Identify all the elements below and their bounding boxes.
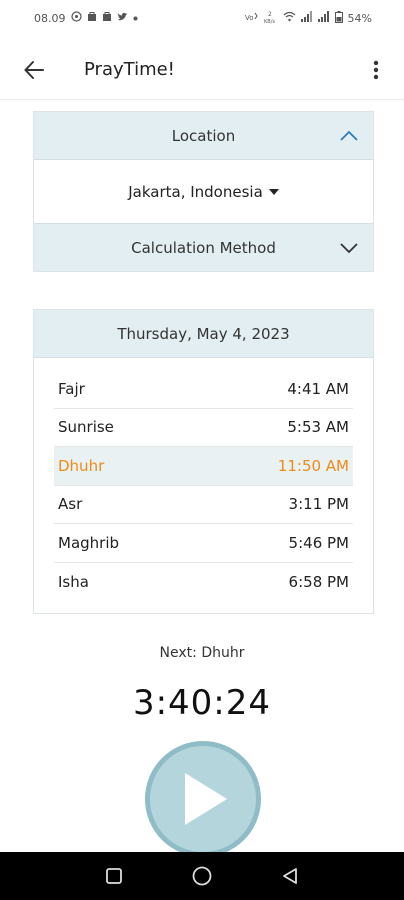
- prayer-row-maghrib: Maghrib 5:46 PM: [54, 524, 353, 563]
- wifi-icon: [283, 11, 296, 25]
- dot-icon: [133, 13, 138, 24]
- play-icon: [185, 773, 227, 825]
- whatsapp-icon: [70, 11, 82, 25]
- chevron-up-icon: [337, 124, 361, 148]
- status-right: Vo 2 KB/s 54%: [245, 10, 372, 27]
- bag-icon: [87, 11, 97, 25]
- signal-icon: [317, 11, 330, 25]
- svg-text:KB/s: KB/s: [264, 19, 275, 24]
- prayer-list: Fajr 4:41 AM Sunrise 5:53 AM Dhuhr 11:50…: [34, 358, 373, 601]
- prayer-name: Sunrise: [58, 418, 114, 437]
- prayer-time: 3:11 PM: [288, 495, 349, 514]
- arrow-left-icon: [24, 60, 44, 79]
- prayer-row-fajr: Fajr 4:41 AM: [54, 370, 353, 409]
- prayer-time: 5:53 AM: [287, 418, 349, 437]
- prayer-row-asr: Asr 3:11 PM: [54, 486, 353, 524]
- location-value: Jakarta, Indonesia: [128, 182, 263, 201]
- battery-icon: [334, 10, 343, 26]
- calculation-method-label: Calculation Method: [131, 238, 276, 257]
- twitter-icon: [117, 12, 128, 25]
- back-button[interactable]: [4, 40, 64, 100]
- dropdown-caret-icon: [268, 188, 279, 195]
- prayer-times-card: Thursday, May 4, 2023 Fajr 4:41 AM Sunri…: [33, 309, 374, 614]
- prayer-name: Maghrib: [58, 533, 120, 552]
- overflow-menu-button[interactable]: [356, 40, 396, 100]
- calculation-method-header[interactable]: Calculation Method: [34, 224, 373, 271]
- play-button[interactable]: [145, 741, 261, 857]
- status-left: 08.09: [34, 11, 138, 25]
- location-dropdown[interactable]: Jakarta, Indonesia: [34, 160, 373, 224]
- prayer-name: Isha: [58, 572, 89, 591]
- back-triangle-icon: [283, 868, 297, 884]
- prayer-name: Asr: [58, 495, 83, 514]
- location-header-label: Location: [171, 126, 236, 145]
- system-nav-bar: [0, 852, 404, 900]
- prayer-row-isha: Isha 6:58 PM: [54, 563, 353, 602]
- prayer-row-sunrise: Sunrise 5:53 AM: [54, 409, 353, 447]
- location-header[interactable]: Location: [34, 112, 373, 160]
- status-time: 08.09: [34, 11, 66, 25]
- system-back-button[interactable]: [270, 856, 310, 896]
- bag-icon: [102, 11, 112, 25]
- status-bar: 08.09 Vo 2 KB/s 54%: [0, 0, 404, 36]
- app-title: PrayTime!: [84, 59, 175, 80]
- prayer-time: 4:41 AM: [287, 379, 349, 398]
- app-bar: PrayTime!: [0, 40, 404, 100]
- prayer-name: Dhuhr: [58, 456, 105, 475]
- date-label: Thursday, May 4, 2023: [117, 324, 290, 343]
- countdown-timer: 3:40:24: [132, 683, 272, 723]
- battery-percent: 54%: [347, 11, 372, 25]
- recents-button[interactable]: [94, 856, 134, 896]
- next-prayer-label: Next: Dhuhr: [159, 645, 245, 661]
- prayer-row-dhuhr: Dhuhr 11:50 AM: [54, 447, 353, 486]
- more-vert-icon: [373, 60, 379, 79]
- volte-icon: Vo: [245, 11, 259, 25]
- prayer-time: 5:46 PM: [288, 533, 349, 552]
- location-card: Location Jakarta, Indonesia Calculation …: [33, 111, 374, 272]
- prayer-name: Fajr: [58, 379, 85, 398]
- date-header: Thursday, May 4, 2023: [34, 310, 373, 358]
- recents-square-icon: [106, 868, 122, 884]
- home-circle-icon: [192, 866, 212, 886]
- chevron-down-icon: [337, 236, 361, 260]
- prayer-time: 11:50 AM: [277, 456, 349, 475]
- svg-text:Vo: Vo: [245, 14, 254, 22]
- speed-text: 2: [268, 11, 272, 18]
- signal-icon: [300, 11, 313, 25]
- prayer-time: 6:58 PM: [288, 572, 349, 591]
- home-button[interactable]: [182, 856, 222, 896]
- data-speed-icon: 2 KB/s: [264, 10, 278, 27]
